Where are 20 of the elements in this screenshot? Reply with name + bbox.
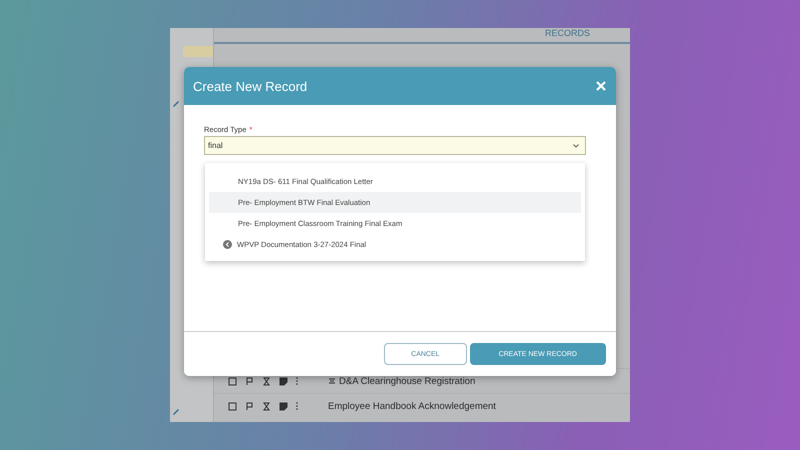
close-button[interactable] <box>596 81 606 91</box>
record-type-field[interactable]: final <box>204 136 586 155</box>
hourglass-icon[interactable] <box>262 376 271 386</box>
stack-icon <box>328 377 336 385</box>
checkbox-icon[interactable] <box>228 376 237 386</box>
checkbox-icon[interactable] <box>228 402 237 410</box>
note-icon[interactable] <box>279 402 288 410</box>
pencil-icon[interactable] <box>172 408 180 416</box>
highlighted-item <box>183 46 213 57</box>
dialog-title: Create New Record <box>193 78 308 94</box>
back-arrow-icon <box>223 240 232 249</box>
chevron-down-icon <box>573 144 579 148</box>
flag-icon[interactable] <box>245 376 254 386</box>
pencil-icon[interactable] <box>172 100 180 108</box>
hourglass-icon[interactable] <box>262 402 271 410</box>
record-title: D&A Clearinghouse Registration <box>328 376 476 386</box>
flag-icon[interactable] <box>245 402 254 410</box>
record-title: Employee Handbook Acknowledgement <box>328 400 496 412</box>
close-icon <box>596 81 606 91</box>
record-row[interactable]: Employee Handbook Acknowledgement <box>214 393 630 418</box>
